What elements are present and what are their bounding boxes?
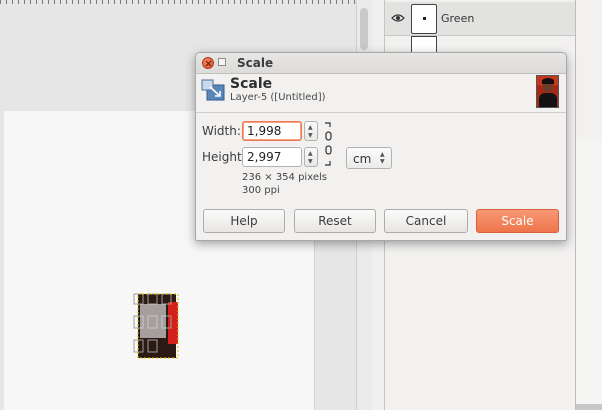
width-label: Width: [202,124,241,138]
layer-row-green[interactable]: Green [385,2,575,36]
dialog-titlebar[interactable]: Scale [196,53,566,74]
help-button[interactable]: Help [203,209,285,233]
scale-dialog: Scale Scale Layer-5 ([Untitled]) Width: … [195,52,567,241]
status-strip [576,404,602,410]
dialog-header-subtitle: Layer-5 ([Untitled]) [230,92,326,103]
close-icon[interactable] [202,57,214,69]
pixel-size-info: 236 × 354 pixels [242,172,327,183]
dialog-header-title: Scale [230,76,273,92]
chevron-updown-icon: ▲ ▼ [380,151,385,165]
image-thumbnail [536,75,559,108]
horizontal-ruler [0,0,372,4]
eye-icon[interactable] [391,13,405,23]
scale-button[interactable]: Scale [476,209,559,233]
scale-tool-icon [201,79,225,101]
resolution-info: 300 ppi [242,185,280,196]
chain-link-icon[interactable] [324,121,334,167]
cancel-button[interactable]: Cancel [384,209,468,233]
height-label: Height: [202,150,246,164]
reset-button[interactable]: Reset [294,209,376,233]
scaled-layer-preview [133,293,179,359]
height-input[interactable] [242,147,302,167]
maximize-icon[interactable] [218,58,226,66]
unit-value: cm [353,152,372,166]
unit-select[interactable]: cm ▲ ▼ [346,147,392,169]
dock-area [576,140,602,410]
height-spinner[interactable]: ▲ ▼ [304,147,318,167]
width-spinner[interactable]: ▲ ▼ [304,121,318,141]
dialog-window-title: Scale [237,56,274,70]
header-separator [196,112,566,113]
scrollbar-thumb[interactable] [360,8,368,50]
width-input[interactable] [242,121,302,141]
layer-thumbnail [411,4,437,34]
layer-name[interactable]: Green [441,12,474,25]
